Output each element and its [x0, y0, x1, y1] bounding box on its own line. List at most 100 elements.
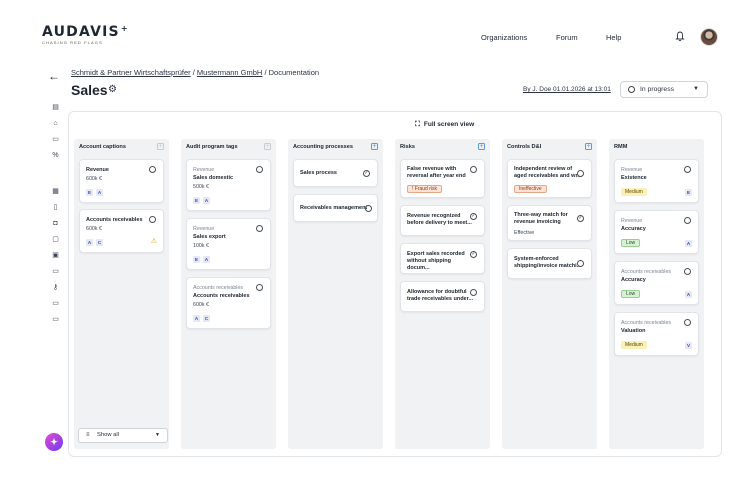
table-icon[interactable]: ▣ — [51, 252, 60, 260]
add-icon[interactable]: + — [371, 143, 378, 150]
card-accounts-receivables[interactable]: Accounts receivables Accounts receivable… — [186, 277, 271, 329]
author-date-link[interactable]: By J. Doe 01.01.2026 at 13:01 — [523, 86, 611, 93]
clipboard-icon[interactable]: ▯ — [51, 204, 60, 212]
card-title: Accounts receivables — [193, 293, 250, 299]
check-icon[interactable]: ✓ — [577, 215, 584, 222]
card-risk[interactable]: False revenue with reversal after year e… — [400, 159, 485, 198]
card-risk[interactable]: Allowance for doubtful trade receivables… — [400, 281, 485, 312]
nav-help[interactable]: Help — [606, 33, 621, 42]
card-sales-domestic[interactable]: Revenue Sales domestic 500k € E A — [186, 159, 271, 211]
select-radio[interactable] — [577, 170, 584, 177]
check-icon[interactable]: ✓ — [363, 170, 370, 177]
check-icon[interactable]: ✓ — [470, 213, 477, 220]
select-radio[interactable] — [149, 166, 156, 173]
filter-icon: ≡ — [86, 432, 90, 438]
breadcrumb-current: Documentation — [268, 68, 320, 77]
chevron-down-icon: ▼ — [155, 432, 160, 438]
card-title: False revenue with reversal after year e… — [407, 166, 466, 179]
folder-check-icon[interactable]: ▭ — [51, 316, 60, 324]
document-arrow-icon[interactable]: ▭ — [51, 136, 60, 144]
assertion-tag: E — [193, 197, 200, 204]
assertion-tag: A — [193, 315, 200, 322]
card-revenue[interactable]: Revenue 600k € E A — [79, 159, 164, 203]
card-rmm[interactable]: Revenue Existence Medium E — [614, 159, 699, 203]
assistant-button[interactable]: ✦ — [45, 433, 63, 451]
settings-gear-icon[interactable]: ⚙ — [108, 84, 117, 95]
card-title: Accuracy — [621, 226, 646, 232]
select-radio[interactable] — [365, 205, 372, 212]
chart-icon[interactable]: ▤ — [51, 104, 60, 112]
card-sales-process[interactable]: Sales process ✓ — [293, 159, 378, 187]
assertion-tag: A — [203, 256, 210, 263]
top-bar: AUDAVIS+ CHASING RED FLAGS Organizations… — [0, 0, 750, 54]
nav-forum[interactable]: Forum — [556, 33, 578, 42]
card-amount: 500k € — [193, 184, 209, 190]
column-controls: Controls D&I + Independent review of age… — [502, 139, 597, 449]
assertion-tag: A — [96, 189, 103, 196]
card-rmm[interactable]: Revenue Accuracy Low A — [614, 210, 699, 254]
status-select[interactable]: In progress ▼ — [620, 81, 708, 98]
select-radio[interactable] — [577, 260, 584, 267]
card-parent: Revenue — [193, 226, 215, 232]
full-screen-button[interactable]: ⛶ Full screen view — [415, 121, 474, 129]
card-amount: 600k € — [193, 302, 209, 308]
select-radio[interactable] — [149, 216, 156, 223]
back-arrow-icon[interactable]: ← — [48, 69, 60, 83]
status-circle-icon — [628, 86, 635, 93]
add-icon[interactable]: + — [478, 143, 485, 150]
percent-icon[interactable]: % — [51, 152, 60, 160]
select-radio[interactable] — [256, 225, 263, 232]
card-rmm[interactable]: Accounts receivables Valuation Medium V — [614, 312, 699, 356]
column-accounting-processes: Accounting processes + Sales process ✓ R… — [288, 139, 383, 449]
card-risk[interactable]: Revenue recognized before delivery to me… — [400, 205, 485, 236]
select-radio[interactable] — [684, 319, 691, 326]
assertion-tag: E — [193, 256, 200, 263]
avatar[interactable] — [700, 28, 718, 46]
column-title: Risks — [400, 144, 415, 150]
card-sales-export[interactable]: Revenue Sales export 100k € E A — [186, 218, 271, 270]
card-control[interactable]: System-enforced shipping/invoice matchi.… — [507, 248, 592, 279]
file-icon[interactable]: ▢ — [51, 236, 60, 244]
bank-icon[interactable]: ⌂ — [51, 120, 60, 128]
select-radio[interactable] — [684, 268, 691, 275]
card-rmm[interactable]: Accounts receivables Accuracy Low A — [614, 261, 699, 305]
card-title: Sales export — [193, 234, 226, 240]
breadcrumb-company[interactable]: Mustermann GmbH — [197, 68, 262, 77]
card-title: Accounts receivables — [86, 217, 143, 223]
card-parent: Revenue — [621, 167, 643, 173]
ineffective-badge: Ineffective — [514, 185, 547, 193]
card-accounts-receivables[interactable]: Accounts receivables 600k € A C ⚠ — [79, 209, 164, 253]
select-radio[interactable] — [256, 284, 263, 291]
logo[interactable]: AUDAVIS+ CHASING RED FLAGS — [42, 24, 129, 45]
card-parent: Revenue — [621, 218, 643, 224]
card-title: Valuation — [621, 328, 646, 334]
breadcrumb-client[interactable]: Schmidt & Partner Wirtschaftsprüfer — [71, 68, 191, 77]
select-radio[interactable] — [470, 166, 477, 173]
nav-organizations[interactable]: Organizations — [481, 33, 527, 42]
column-rmm: RMM Revenue Existence Medium E Revenue A… — [609, 139, 704, 449]
folder-icon[interactable]: ▭ — [51, 300, 60, 308]
check-icon[interactable]: ✓ — [470, 251, 477, 258]
select-radio[interactable] — [470, 289, 477, 296]
folder-search-icon[interactable]: ▭ — [51, 268, 60, 276]
show-all-filter[interactable]: ≡ Show all ▼ — [78, 428, 168, 443]
logo-tagline: CHASING RED FLAGS — [42, 40, 103, 45]
assertion-tag: E — [86, 189, 93, 196]
add-icon: + — [157, 143, 164, 150]
effectiveness-status: Effective — [514, 230, 535, 236]
card-risk[interactable]: Export sales recorded without shipping d… — [400, 243, 485, 274]
column-title: Accounting processes — [293, 144, 353, 150]
card-control[interactable]: Independent review of aged receivables a… — [507, 159, 592, 198]
assertion-tag: V — [685, 342, 692, 349]
card-control[interactable]: Three-way match for revenue invoicing ✓ … — [507, 205, 592, 241]
add-icon[interactable]: + — [585, 143, 592, 150]
bell-icon[interactable] — [675, 31, 685, 42]
calendar-icon[interactable]: ▦ — [51, 188, 60, 196]
select-radio[interactable] — [684, 217, 691, 224]
card-receivables-management[interactable]: Receivables management — [293, 194, 378, 222]
select-radio[interactable] — [684, 166, 691, 173]
assertion-tag: A — [685, 240, 692, 247]
select-radio[interactable] — [256, 166, 263, 173]
key-icon[interactable]: ⚷ — [51, 284, 60, 292]
search-document-icon[interactable]: ◘ — [51, 220, 60, 228]
